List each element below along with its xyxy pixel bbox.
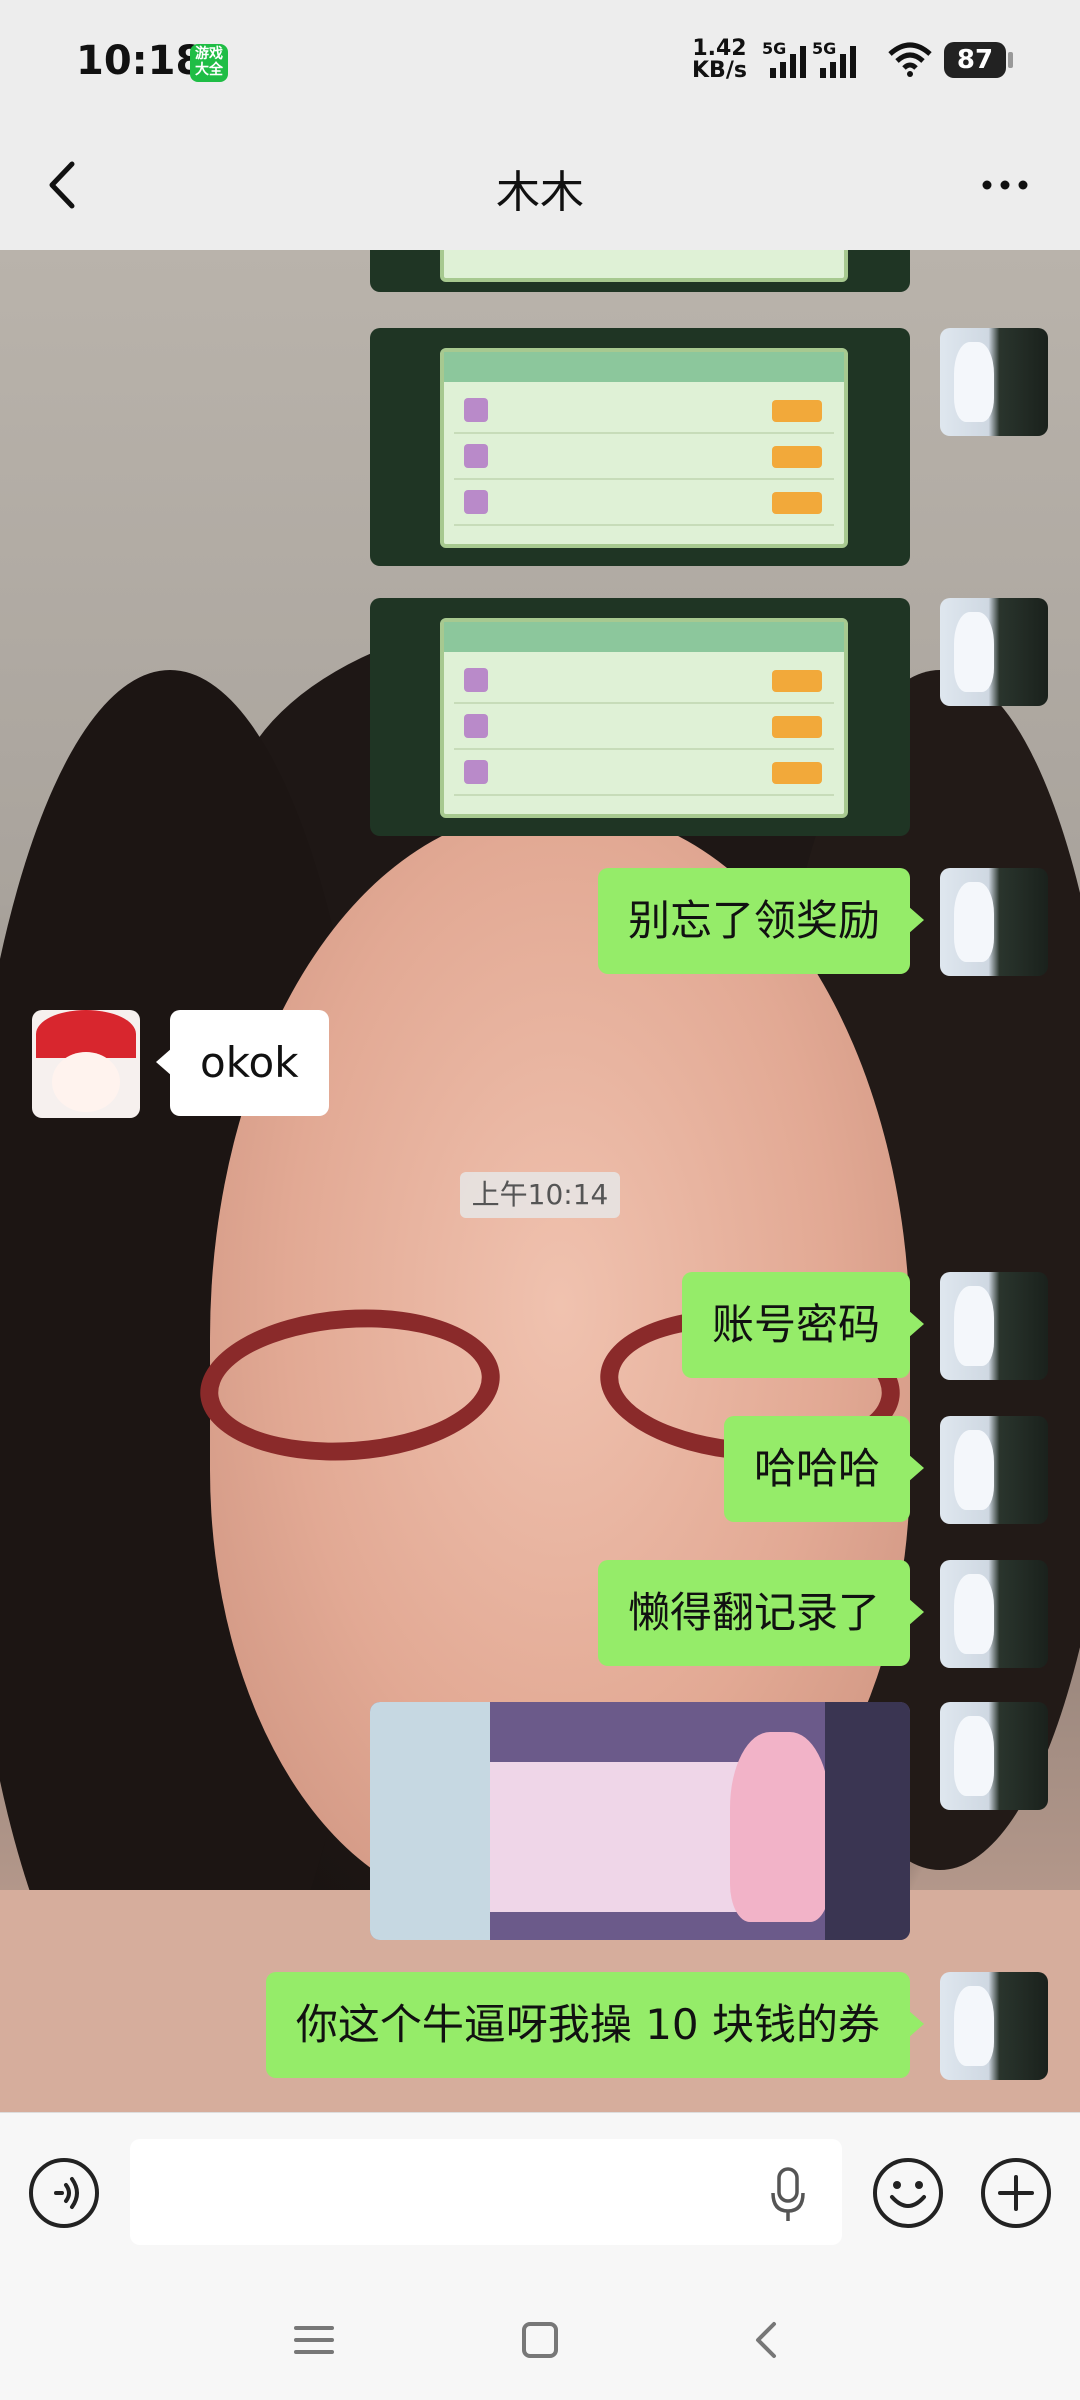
ellipsis-icon[interactable] xyxy=(970,150,1040,220)
chat-title: 木木 xyxy=(496,167,584,218)
avatar[interactable] xyxy=(940,868,1048,976)
back-icon[interactable] xyxy=(736,2310,796,2370)
image-message[interactable] xyxy=(370,598,910,836)
chat-message-list[interactable]: 别忘了领奖励 okok 上午10:14 账号密码 哈哈哈 懒得翻记录了 你这个牛… xyxy=(0,250,1080,2112)
message-bubble[interactable]: 别忘了领奖励 xyxy=(597,868,925,974)
message-bubble[interactable]: 哈哈哈 xyxy=(723,1416,925,1522)
battery-indicator: 87 xyxy=(944,42,1006,78)
net-speed-value: 1.42 xyxy=(692,36,747,61)
avatar[interactable] xyxy=(940,1972,1048,2080)
emoji-icon[interactable] xyxy=(872,2157,944,2229)
message-input[interactable] xyxy=(130,2139,842,2245)
wifi-icon xyxy=(888,42,932,77)
contact-avatar[interactable] xyxy=(32,1010,140,1118)
signal2-label: 5G xyxy=(812,40,836,58)
message-bubble[interactable]: 你这个牛逼呀我操 10 块钱的券 xyxy=(265,1972,925,2078)
avatar[interactable] xyxy=(940,328,1048,436)
menu-icon[interactable] xyxy=(284,2310,344,2370)
message-timestamp: 上午10:14 xyxy=(460,1172,620,1218)
avatar[interactable] xyxy=(940,1702,1048,1810)
system-nav-bar xyxy=(0,2272,1080,2400)
message-input-bar xyxy=(0,2112,1080,2273)
net-speed: 1.42 KB/s xyxy=(692,38,747,82)
home-icon[interactable] xyxy=(510,2310,570,2370)
game-screenshot xyxy=(440,348,848,548)
status-time: 10:18 xyxy=(76,38,204,84)
game-badge-icon: 游戏大全 xyxy=(190,44,228,82)
message-bubble[interactable]: 账号密码 xyxy=(681,1272,925,1378)
avatar[interactable] xyxy=(940,598,1048,706)
mic-icon[interactable] xyxy=(770,2167,806,2223)
battery-tip xyxy=(1008,52,1013,68)
image-message[interactable] xyxy=(370,1702,910,1940)
status-bar: 10:18 游戏大全 1.42 KB/s 5G 5G 87 xyxy=(0,0,1080,120)
game-screenshot xyxy=(440,250,848,282)
image-message[interactable] xyxy=(370,328,910,566)
net-speed-unit: KB/s xyxy=(692,58,747,83)
message-bubble[interactable]: 懒得翻记录了 xyxy=(597,1560,925,1666)
image-message[interactable] xyxy=(370,250,910,292)
voice-icon[interactable] xyxy=(28,2157,100,2229)
signal1-label: 5G xyxy=(762,40,786,58)
signal-icon-2: 5G xyxy=(812,40,856,78)
chat-header: 木木 xyxy=(0,120,1080,250)
plus-icon[interactable] xyxy=(980,2157,1052,2229)
message-bubble[interactable]: okok xyxy=(156,1010,329,1116)
avatar[interactable] xyxy=(940,1416,1048,1524)
game-screenshot xyxy=(440,618,848,818)
avatar[interactable] xyxy=(940,1272,1048,1380)
avatar[interactable] xyxy=(940,1560,1048,1668)
